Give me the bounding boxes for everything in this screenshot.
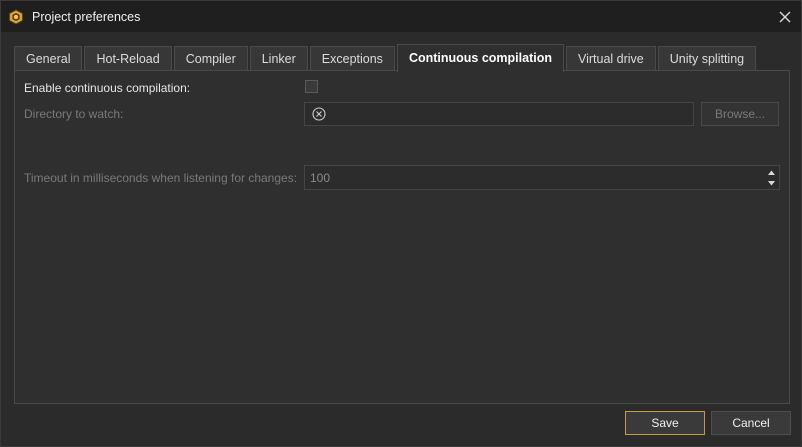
tab-exceptions[interactable]: Exceptions <box>309 46 395 71</box>
enable-continuous-compilation-checkbox[interactable] <box>305 80 318 93</box>
directory-to-watch-input[interactable] <box>304 102 694 126</box>
tab-hot-reload[interactable]: Hot-Reload <box>84 46 172 71</box>
spin-down-arrow-icon[interactable] <box>765 178 778 189</box>
clear-icon[interactable] <box>312 107 326 121</box>
settings-panel: Enable continuous compilation: Directory… <box>14 70 790 404</box>
timeout-spinbox[interactable]: 100 <box>304 165 780 190</box>
save-button[interactable]: Save <box>625 411 705 435</box>
tab-linker[interactable]: Linker <box>249 46 308 71</box>
tab-bar: General Hot-Reload Compiler Linker Excep… <box>14 44 758 72</box>
spin-up-arrow-icon[interactable] <box>765 167 778 178</box>
close-icon[interactable] <box>775 7 795 27</box>
tab-general[interactable]: General <box>14 46 83 71</box>
dialog-body: General Hot-Reload Compiler Linker Excep… <box>0 32 802 447</box>
tab-unity-splitting[interactable]: Unity splitting <box>657 46 757 71</box>
tab-compiler[interactable]: Compiler <box>173 46 248 71</box>
live-plus-plus-logo-icon <box>9 9 23 25</box>
cancel-button[interactable]: Cancel <box>711 411 791 435</box>
title-bar: Project preferences <box>0 0 802 32</box>
directory-to-watch-label: Directory to watch: <box>24 107 124 121</box>
timeout-value: 100 <box>310 171 331 185</box>
window-title: Project preferences <box>32 10 141 24</box>
browse-button[interactable]: Browse... <box>701 102 779 126</box>
enable-continuous-compilation-label: Enable continuous compilation: <box>24 81 191 95</box>
tab-continuous-compilation[interactable]: Continuous compilation <box>396 44 564 72</box>
tab-virtual-drive[interactable]: Virtual drive <box>565 46 656 71</box>
timeout-label: Timeout in milliseconds when listening f… <box>24 171 298 185</box>
